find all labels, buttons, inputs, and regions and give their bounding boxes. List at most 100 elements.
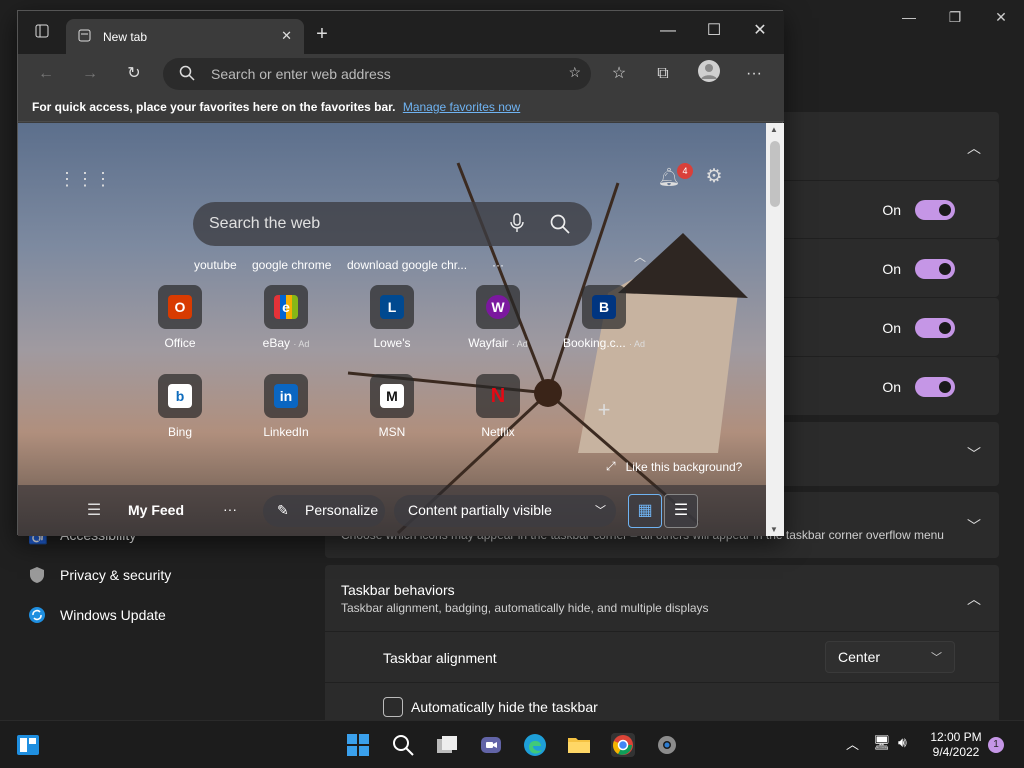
quick-link-label: Wayfair xyxy=(468,336,509,350)
chevron-down-icon: ﹀ xyxy=(931,652,942,664)
web-search-box[interactable]: Search the web xyxy=(193,202,592,246)
edge-browser-icon[interactable] xyxy=(523,733,547,757)
search-icon[interactable] xyxy=(550,214,570,239)
address-input[interactable]: Search or enter web address ☆ xyxy=(163,58,591,90)
restore-icon[interactable]: ❐ xyxy=(944,6,966,28)
toggle-switch[interactable] xyxy=(915,318,955,338)
toggle-state-label: On xyxy=(882,320,901,336)
back-icon[interactable]: ← xyxy=(32,60,60,88)
feed-more-options[interactable]: ··· xyxy=(223,501,237,517)
volume-icon[interactable]: 🔊︎ xyxy=(898,734,907,751)
behaviors-title: Taskbar behaviors xyxy=(341,582,455,598)
quick-link-booking[interactable]: B Booking.c... · Ad xyxy=(551,285,657,350)
minimize-icon[interactable]: — xyxy=(898,6,920,28)
search-suggestion[interactable]: youtube xyxy=(194,258,237,272)
microphone-icon[interactable] xyxy=(510,213,524,238)
teams-chat-icon[interactable] xyxy=(479,733,503,757)
personalize-label: Personalize xyxy=(305,502,379,518)
grid-layout-icon[interactable]: ▦ xyxy=(628,494,662,528)
quick-link-ebay[interactable]: e eBay · Ad xyxy=(233,285,339,350)
clock[interactable]: 12:00 PM 9/4/2022 xyxy=(920,730,992,760)
minimize-icon[interactable]: — xyxy=(654,17,682,45)
behaviors-description: Taskbar alignment, badging, automaticall… xyxy=(341,601,709,615)
chrome-icon[interactable] xyxy=(611,733,635,757)
search-icon[interactable] xyxy=(391,733,415,757)
profile-avatar-icon[interactable] xyxy=(695,60,723,88)
search-suggestion[interactable]: google chrome xyxy=(252,258,331,272)
settings-gear-icon[interactable]: ⚙ xyxy=(700,163,728,191)
add-favorite-icon[interactable]: ☆ xyxy=(568,64,581,81)
widgets-icon[interactable] xyxy=(16,733,40,757)
quick-link-linkedin[interactable]: in LinkedIn xyxy=(233,374,339,439)
more-options-icon[interactable]: ··· xyxy=(740,60,768,88)
favorites-bar: For quick access, place your favorites h… xyxy=(18,94,784,122)
content-visibility-value: Content partially visible xyxy=(408,502,552,518)
page-scrollbar[interactable]: ▲ ▼ xyxy=(766,123,784,536)
quick-link-label: Netflix xyxy=(481,425,515,439)
apps-launcher-icon[interactable]: ⋮⋮⋮ xyxy=(58,165,112,193)
show-hidden-icons-chevron-icon[interactable]: ︿ xyxy=(846,734,859,753)
toggle-switch[interactable] xyxy=(915,377,955,397)
network-icon[interactable]: 🖥︎ xyxy=(873,734,891,751)
netflix-logo-icon: N xyxy=(490,384,506,407)
quick-link-lowes[interactable]: L Lowe's xyxy=(339,285,445,350)
toggle-state-label: On xyxy=(882,379,901,395)
forward-icon[interactable]: → xyxy=(76,60,104,88)
collections-icon[interactable]: ⧉ xyxy=(649,60,677,88)
clock-date: 9/4/2022 xyxy=(932,745,980,759)
scroll-thumb[interactable] xyxy=(770,141,780,207)
edge-window: New tab ✕ + — ☐ ✕ ← → ↻ Search or enter … xyxy=(17,10,784,536)
bing-logo-icon: b xyxy=(168,384,192,408)
settings-gear-icon[interactable] xyxy=(655,733,679,757)
alignment-dropdown[interactable]: Center ﹀ xyxy=(825,641,955,673)
close-icon[interactable]: ✕ xyxy=(990,6,1012,28)
notification-count-badge: 4 xyxy=(677,163,693,179)
notification-badge[interactable]: 1 xyxy=(988,737,1004,753)
quick-link-bing[interactable]: b Bing xyxy=(127,374,233,439)
start-windows-icon[interactable] xyxy=(346,733,370,757)
file-explorer-icon[interactable] xyxy=(567,733,591,757)
update-icon xyxy=(28,606,46,624)
ebay-logo-icon: e xyxy=(274,295,298,319)
add-quick-link-icon[interactable]: + xyxy=(590,396,618,424)
scroll-up-arrow-icon[interactable]: ▲ xyxy=(770,125,778,134)
tab-close-icon[interactable]: ✕ xyxy=(281,28,292,44)
new-tab-page: ⋮⋮⋮ 🔔︎ 4 ⚙ Search the web youtube google… xyxy=(18,123,766,536)
refresh-icon[interactable]: ↻ xyxy=(120,60,148,88)
close-icon[interactable]: ✕ xyxy=(746,17,774,45)
content-visibility-dropdown[interactable]: Content partially visible ﹀ xyxy=(394,495,616,527)
quick-link-wayfair[interactable]: W Wayfair · Ad xyxy=(445,285,551,350)
quick-link-msn[interactable]: M MSN xyxy=(339,374,445,439)
nav-item-windows-update[interactable]: Windows Update xyxy=(28,606,166,624)
ad-label: · Ad xyxy=(511,339,528,349)
personalize-button[interactable]: ✎ Personalize xyxy=(263,495,385,527)
favorites-icon[interactable]: ☆ xyxy=(605,60,633,88)
hamburger-menu-icon[interactable]: ☰ xyxy=(80,497,108,525)
tab-actions-icon[interactable] xyxy=(28,20,56,48)
collapse-up-icon[interactable]: ︿ xyxy=(626,243,654,271)
new-tab-plus-icon[interactable]: + xyxy=(308,20,336,48)
list-layout-icon[interactable]: ☰ xyxy=(664,494,698,528)
scroll-down-arrow-icon[interactable]: ▼ xyxy=(770,525,778,534)
toggle-switch[interactable] xyxy=(915,259,955,279)
autohide-checkbox[interactable] xyxy=(383,697,403,717)
nav-item-privacy[interactable]: Privacy & security xyxy=(28,566,171,584)
clock-time: 12:00 PM xyxy=(930,730,982,744)
search-placeholder: Search the web xyxy=(209,215,321,232)
feed-title[interactable]: My Feed xyxy=(128,502,184,518)
taskbar: ︿ 🖥︎ 🔊︎ 12:00 PM 9/4/2022 1 xyxy=(0,720,1024,768)
quick-link-office[interactable]: O Office xyxy=(127,285,233,350)
task-view-icon[interactable] xyxy=(435,733,459,757)
lowes-logo-icon: L xyxy=(380,295,404,319)
like-background-button[interactable]: ⤢ Like this background? xyxy=(606,459,742,474)
maximize-icon[interactable]: ☐ xyxy=(700,17,728,45)
tab-new-tab[interactable]: New tab ✕ xyxy=(66,19,304,54)
manage-favorites-link[interactable]: Manage favorites now xyxy=(403,100,520,114)
search-suggestion[interactable]: download google chr... xyxy=(347,258,467,272)
quick-link-netflix[interactable]: N Netflix xyxy=(445,374,551,439)
pencil-sparkle-icon: ✎ xyxy=(277,502,289,518)
taskbar-behaviors-card[interactable]: Taskbar behaviors Taskbar alignment, bad… xyxy=(325,565,999,631)
toggle-switch[interactable] xyxy=(915,200,955,220)
more-suggestions-button[interactable]: ··· xyxy=(492,258,504,272)
booking-logo-icon: B xyxy=(592,295,616,319)
